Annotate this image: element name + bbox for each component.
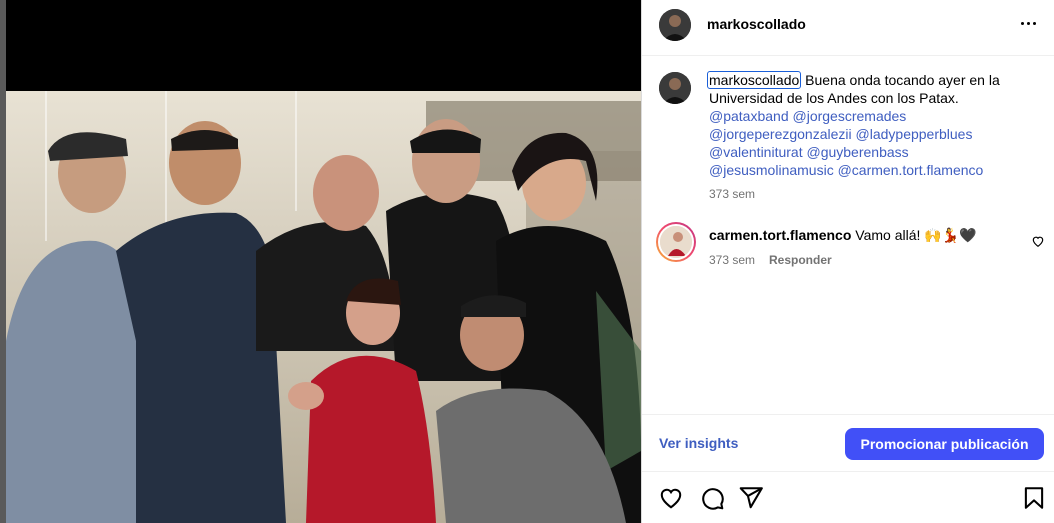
view-insights-link[interactable]: Ver insights (659, 435, 738, 451)
insights-bar: Ver insights Promocionar publicación (642, 414, 1054, 472)
bookmark-icon[interactable] (1021, 485, 1047, 511)
post-media[interactable] (6, 0, 641, 523)
author-username[interactable]: markoscollado (707, 16, 806, 32)
heart-icon[interactable] (1031, 234, 1045, 248)
post-header: markoscollado (642, 0, 1054, 56)
heart-icon[interactable] (658, 485, 684, 511)
more-horizontal-icon[interactable] (1015, 10, 1041, 36)
promote-post-button[interactable]: Promocionar publicación (845, 428, 1044, 460)
mention-link[interactable]: @guyberenbass (806, 144, 908, 160)
post-photo (6, 91, 641, 523)
commenter-avatar[interactable] (656, 222, 696, 262)
caption-author-avatar[interactable] (659, 72, 691, 104)
mention-link[interactable]: @ladypepperblues (856, 126, 973, 142)
post-side-panel: markoscollado markoscollado Buena onda t… (641, 0, 1054, 523)
action-bar (642, 472, 1054, 523)
comment-timestamp[interactable]: 373 sem (709, 253, 755, 267)
paper-plane-icon[interactable] (738, 485, 764, 511)
mention-link[interactable]: @jorgeperezgonzalezii (709, 126, 852, 142)
post-caption: markoscollado Buena onda tocando ayer en… (707, 71, 1039, 179)
mention-link[interactable]: @valentiniturat (709, 144, 803, 160)
comment: carmen.tort.flamenco Vamo allá! 🙌💃🖤 (709, 226, 977, 244)
mention-link[interactable]: @pataxband (709, 108, 789, 124)
comment-bubble-icon[interactable] (699, 485, 725, 511)
comment-text: Vamo allá! 🙌💃🖤 (855, 227, 977, 243)
mention-link[interactable]: @jesusmolinamusic (709, 162, 834, 178)
mention-link[interactable]: @carmen.tort.flamenco (838, 162, 984, 178)
caption-author-username[interactable]: markoscollado (707, 71, 802, 89)
caption-timestamp[interactable]: 373 sem (709, 187, 755, 201)
reply-button[interactable]: Responder (769, 253, 832, 267)
mention-link[interactable]: @jorgescremades (793, 108, 907, 124)
commenter-username[interactable]: carmen.tort.flamenco (709, 227, 851, 243)
author-avatar[interactable] (659, 9, 691, 41)
